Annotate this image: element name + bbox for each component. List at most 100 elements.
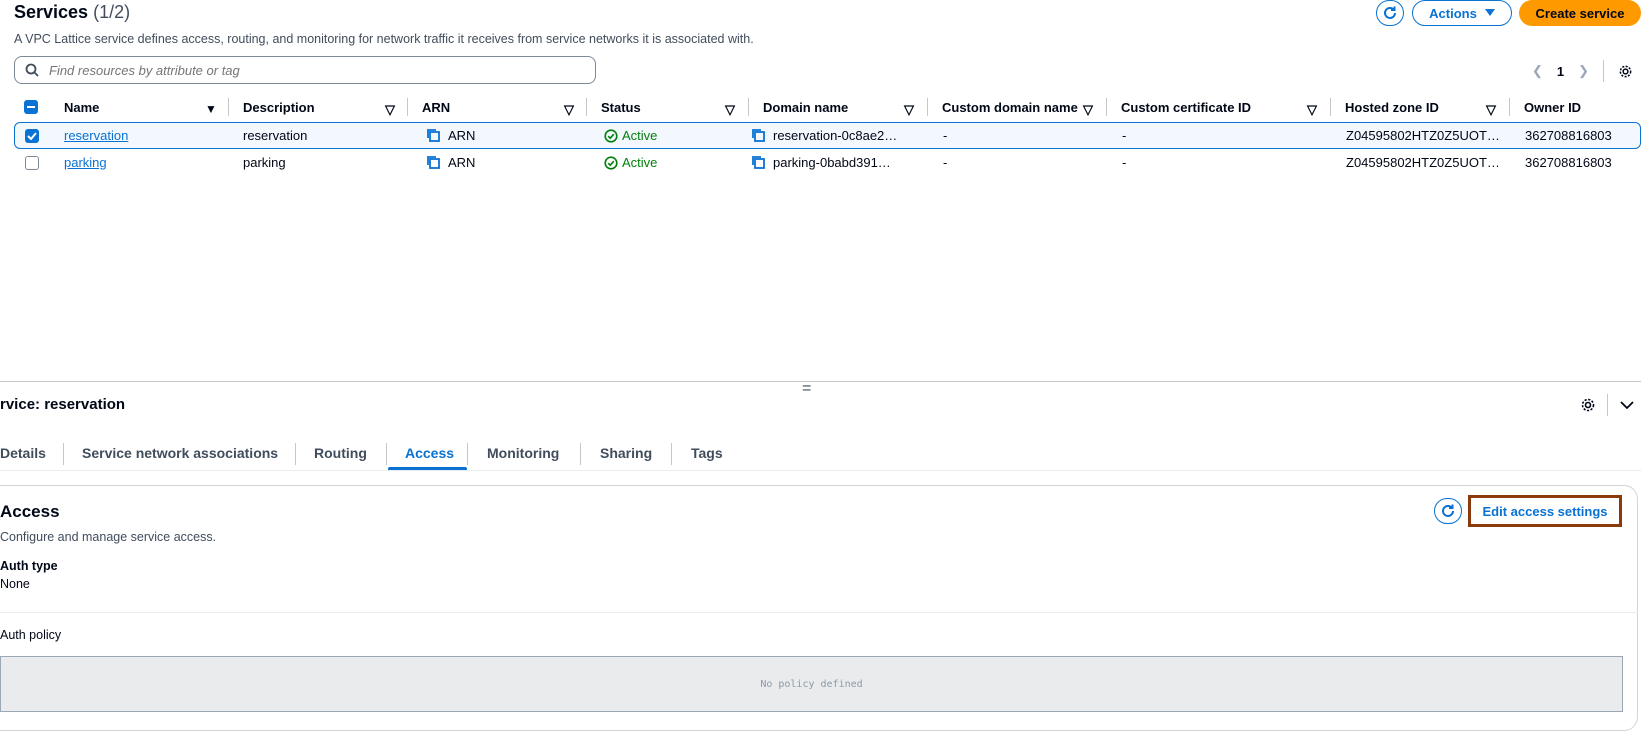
- search-input[interactable]: [47, 61, 567, 79]
- domain-cell: reservation-0c8ae2…: [751, 123, 897, 148]
- column-label: Hosted zone ID: [1345, 99, 1439, 115]
- column-label: Name: [64, 99, 100, 115]
- drag-handle-icon[interactable]: =: [802, 381, 811, 397]
- hosted-zone-cell: Z04595802HTZ0Z5UOT…: [1346, 155, 1500, 170]
- access-heading: Access: [0, 502, 60, 521]
- column-header-description[interactable]: Description: [243, 96, 315, 118]
- page-title-text: Services: [14, 2, 89, 22]
- sort-icon[interactable]: ▽: [564, 102, 574, 118]
- column-header-hosted-zone[interactable]: Hosted zone ID: [1345, 96, 1439, 118]
- access-refresh-button[interactable]: [1434, 498, 1462, 524]
- column-divider[interactable]: [1106, 98, 1107, 116]
- indeterminate-mark: [27, 106, 35, 108]
- table-row[interactable]: reservation reservation ARN Active reser…: [14, 122, 1641, 149]
- status-badge: Active: [604, 123, 657, 148]
- hosted-zone-cell: Z04595802HTZ0Z5UOT…: [1346, 128, 1500, 143]
- panel-header-divider: [1607, 394, 1608, 416]
- service-name-link[interactable]: reservation: [64, 123, 128, 148]
- sort-icon[interactable]: ▽: [1083, 102, 1093, 118]
- column-header-arn[interactable]: ARN: [422, 96, 450, 118]
- sort-icon[interactable]: ▽: [1307, 102, 1317, 118]
- no-policy-text: No policy defined: [760, 678, 863, 690]
- column-divider[interactable]: [748, 98, 749, 116]
- column-label: Custom certificate ID: [1121, 99, 1252, 115]
- column-divider[interactable]: [1509, 98, 1510, 116]
- row-checkbox[interactable]: [25, 149, 39, 176]
- tab-sharing[interactable]: Sharing: [600, 436, 652, 470]
- sort-descending-icon[interactable]: ▼: [205, 102, 217, 116]
- sort-icon[interactable]: ▽: [1486, 102, 1496, 118]
- column-label: Owner ID: [1524, 99, 1582, 115]
- next-page-icon[interactable]: ❯: [1578, 63, 1589, 79]
- check-circle-icon: [604, 128, 618, 143]
- row-checkbox-box[interactable]: [25, 128, 39, 143]
- prev-page-icon[interactable]: ❮: [1532, 63, 1543, 79]
- refresh-icon: [1384, 6, 1396, 19]
- copy-icon[interactable]: [751, 128, 766, 143]
- table-header: Name ▼ Description ▽ ARN ▽ Status ▽ Doma…: [0, 96, 1641, 118]
- select-all-box[interactable]: [24, 100, 38, 114]
- description-cell: parking: [243, 155, 286, 170]
- column-divider[interactable]: [927, 98, 928, 116]
- tab-routing[interactable]: Routing: [314, 436, 367, 470]
- description-cell: reservation: [243, 128, 308, 143]
- row-checkbox[interactable]: [25, 123, 39, 148]
- actions-dropdown-button[interactable]: Actions: [1412, 0, 1512, 26]
- tab-service-network-associations[interactable]: Service network associations: [82, 436, 278, 470]
- arn-text: ARN: [448, 155, 476, 170]
- copy-icon[interactable]: [751, 155, 766, 170]
- split-panel-divider: [0, 381, 1641, 382]
- column-divider[interactable]: [586, 98, 587, 116]
- copy-icon[interactable]: [426, 155, 441, 170]
- column-header-status[interactable]: Status: [601, 96, 641, 118]
- sort-icon[interactable]: ▽: [385, 102, 395, 118]
- service-name-link[interactable]: parking: [64, 149, 107, 176]
- column-divider[interactable]: [228, 98, 229, 116]
- search-field[interactable]: [14, 56, 596, 84]
- auth-policy-label: Auth policy: [0, 628, 62, 642]
- column-header-name[interactable]: Name: [64, 96, 99, 118]
- current-page-number[interactable]: 1: [1557, 64, 1564, 79]
- column-label: Custom domain name: [942, 99, 1078, 115]
- table-row[interactable]: parking parking ARN Active parking-0babd…: [14, 149, 1641, 176]
- chevron-down-icon[interactable]: [1620, 400, 1634, 410]
- page-description: A VPC Lattice service defines access, ro…: [14, 32, 754, 46]
- auth-policy-editor: No policy defined: [0, 656, 1623, 712]
- status-badge: Active: [604, 149, 657, 176]
- domain-text: parking-0babd391…: [773, 155, 891, 170]
- edit-access-settings-label: Edit access settings: [1482, 503, 1608, 519]
- edit-access-settings-button[interactable]: Edit access settings: [1468, 495, 1622, 527]
- select-all-checkbox[interactable]: [24, 96, 38, 118]
- auth-type-value: None: [0, 577, 30, 591]
- panel-settings-gear-icon[interactable]: [1580, 397, 1596, 413]
- refresh-button[interactable]: [1376, 0, 1404, 26]
- copy-icon[interactable]: [426, 128, 441, 143]
- custom-certificate-cell: -: [1122, 128, 1127, 143]
- domain-cell: parking-0babd391…: [751, 149, 891, 176]
- tab-tags[interactable]: Tags: [691, 436, 723, 470]
- column-divider[interactable]: [1330, 98, 1331, 116]
- section-divider: [0, 612, 1638, 613]
- tab-access[interactable]: Access: [405, 436, 454, 470]
- column-header-owner-id[interactable]: Owner ID: [1524, 96, 1581, 118]
- sort-icon[interactable]: ▽: [725, 102, 735, 118]
- tab-bar: Details Service network associations Rou…: [0, 436, 1641, 471]
- column-header-custom-domain[interactable]: Custom domain name: [942, 96, 1078, 118]
- auth-type-label: Auth type: [0, 559, 58, 573]
- tab-monitoring[interactable]: Monitoring: [487, 436, 559, 470]
- domain-text: reservation-0c8ae2…: [773, 128, 898, 143]
- row-checkbox-box[interactable]: [25, 155, 39, 170]
- settings-gear-icon[interactable]: [1618, 64, 1633, 79]
- search-icon: [25, 63, 39, 77]
- create-service-button[interactable]: Create service: [1519, 0, 1641, 26]
- column-divider[interactable]: [407, 98, 408, 116]
- sort-icon[interactable]: ▽: [904, 102, 914, 118]
- column-header-domain-name[interactable]: Domain name: [763, 96, 848, 118]
- column-label: Status: [601, 99, 641, 115]
- tab-details[interactable]: Details: [0, 436, 46, 470]
- column-header-custom-certificate[interactable]: Custom certificate ID: [1121, 96, 1251, 118]
- arn-cell: ARN: [426, 149, 475, 176]
- owner-id-cell: 362708816803: [1525, 155, 1612, 170]
- tab-divider: [386, 443, 387, 465]
- column-label: Description: [243, 99, 315, 115]
